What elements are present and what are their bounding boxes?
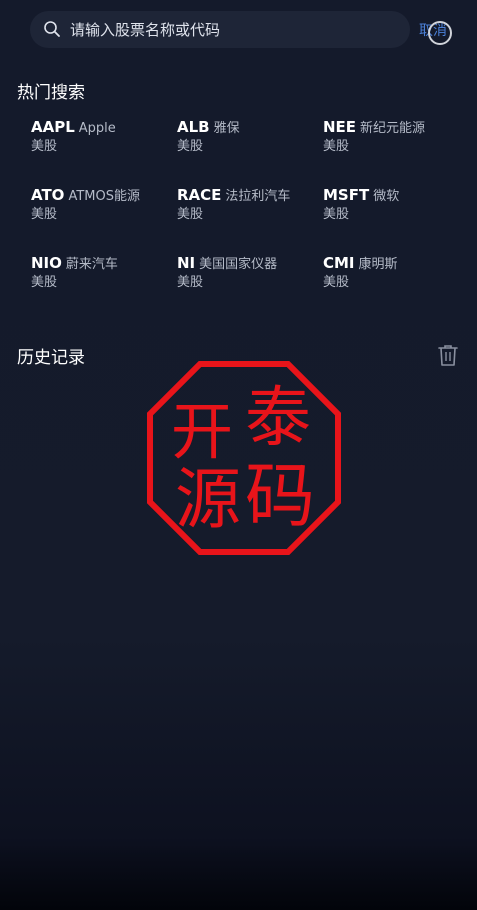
hot-item-msft[interactable]: MSFT 微软 美股: [323, 185, 463, 225]
hot-item-aapl[interactable]: AAPL Apple 美股: [31, 117, 171, 157]
hot-item-alb[interactable]: ALB 雅保 美股: [177, 117, 317, 157]
stock-name: 康明斯: [358, 257, 398, 272]
stock-code: AAPL: [31, 118, 75, 136]
watermark-char-2: 泰: [245, 379, 311, 456]
hot-item-nee[interactable]: NEE 新纪元能源 美股: [323, 117, 463, 157]
stock-name: 雅保: [213, 121, 240, 136]
stock-market: 美股: [31, 139, 58, 154]
stock-code: RACE: [177, 186, 222, 204]
stock-market: 美股: [323, 275, 350, 290]
search-input[interactable]: [70, 11, 400, 48]
stock-code: MSFT: [323, 186, 370, 204]
stock-code: ATO: [31, 186, 65, 204]
floating-circle-button[interactable]: [428, 21, 452, 45]
stock-code: NIO: [31, 254, 62, 272]
stock-market: 美股: [31, 207, 58, 222]
hot-item-nio[interactable]: NIO 蔚来汽车 美股: [31, 253, 171, 293]
hot-item-ni[interactable]: NI 美国国家仪器 美股: [177, 253, 317, 293]
search-icon: [44, 21, 60, 37]
stock-name: 美国国家仪器: [199, 257, 278, 272]
stock-market: 美股: [177, 139, 204, 154]
stock-market: 美股: [177, 275, 204, 290]
stock-code: NEE: [323, 118, 357, 136]
stock-code: NI: [177, 254, 196, 272]
history-title: 历史记录: [17, 348, 85, 368]
stock-name: 微软: [373, 189, 400, 204]
stock-name: 蔚来汽车: [65, 257, 118, 272]
stock-code: CMI: [323, 254, 355, 272]
hot-item-cmi[interactable]: CMI 康明斯 美股: [323, 253, 463, 293]
stock-name: 法拉利汽车: [225, 189, 291, 204]
stock-market: 美股: [323, 139, 350, 154]
watermark-seal: 开 泰 源 码: [147, 361, 341, 555]
search-bar[interactable]: [30, 11, 410, 48]
stock-market: 美股: [323, 207, 350, 222]
stock-market: 美股: [31, 275, 58, 290]
watermark-char-1: 开: [171, 395, 233, 468]
hot-item-race[interactable]: RACE 法拉利汽车 美股: [177, 185, 317, 225]
watermark-char-3: 源: [175, 461, 241, 538]
hot-search-title: 热门搜索: [17, 83, 85, 103]
stock-name: Apple: [78, 121, 116, 136]
stock-market: 美股: [177, 207, 204, 222]
stock-name: ATMOS能源: [68, 189, 140, 204]
watermark-char-4: 码: [245, 455, 315, 537]
stock-name: 新纪元能源: [360, 121, 426, 136]
hot-item-ato[interactable]: ATO ATMOS能源 美股: [31, 185, 171, 225]
stock-code: ALB: [177, 118, 210, 136]
trash-icon[interactable]: [438, 344, 458, 366]
